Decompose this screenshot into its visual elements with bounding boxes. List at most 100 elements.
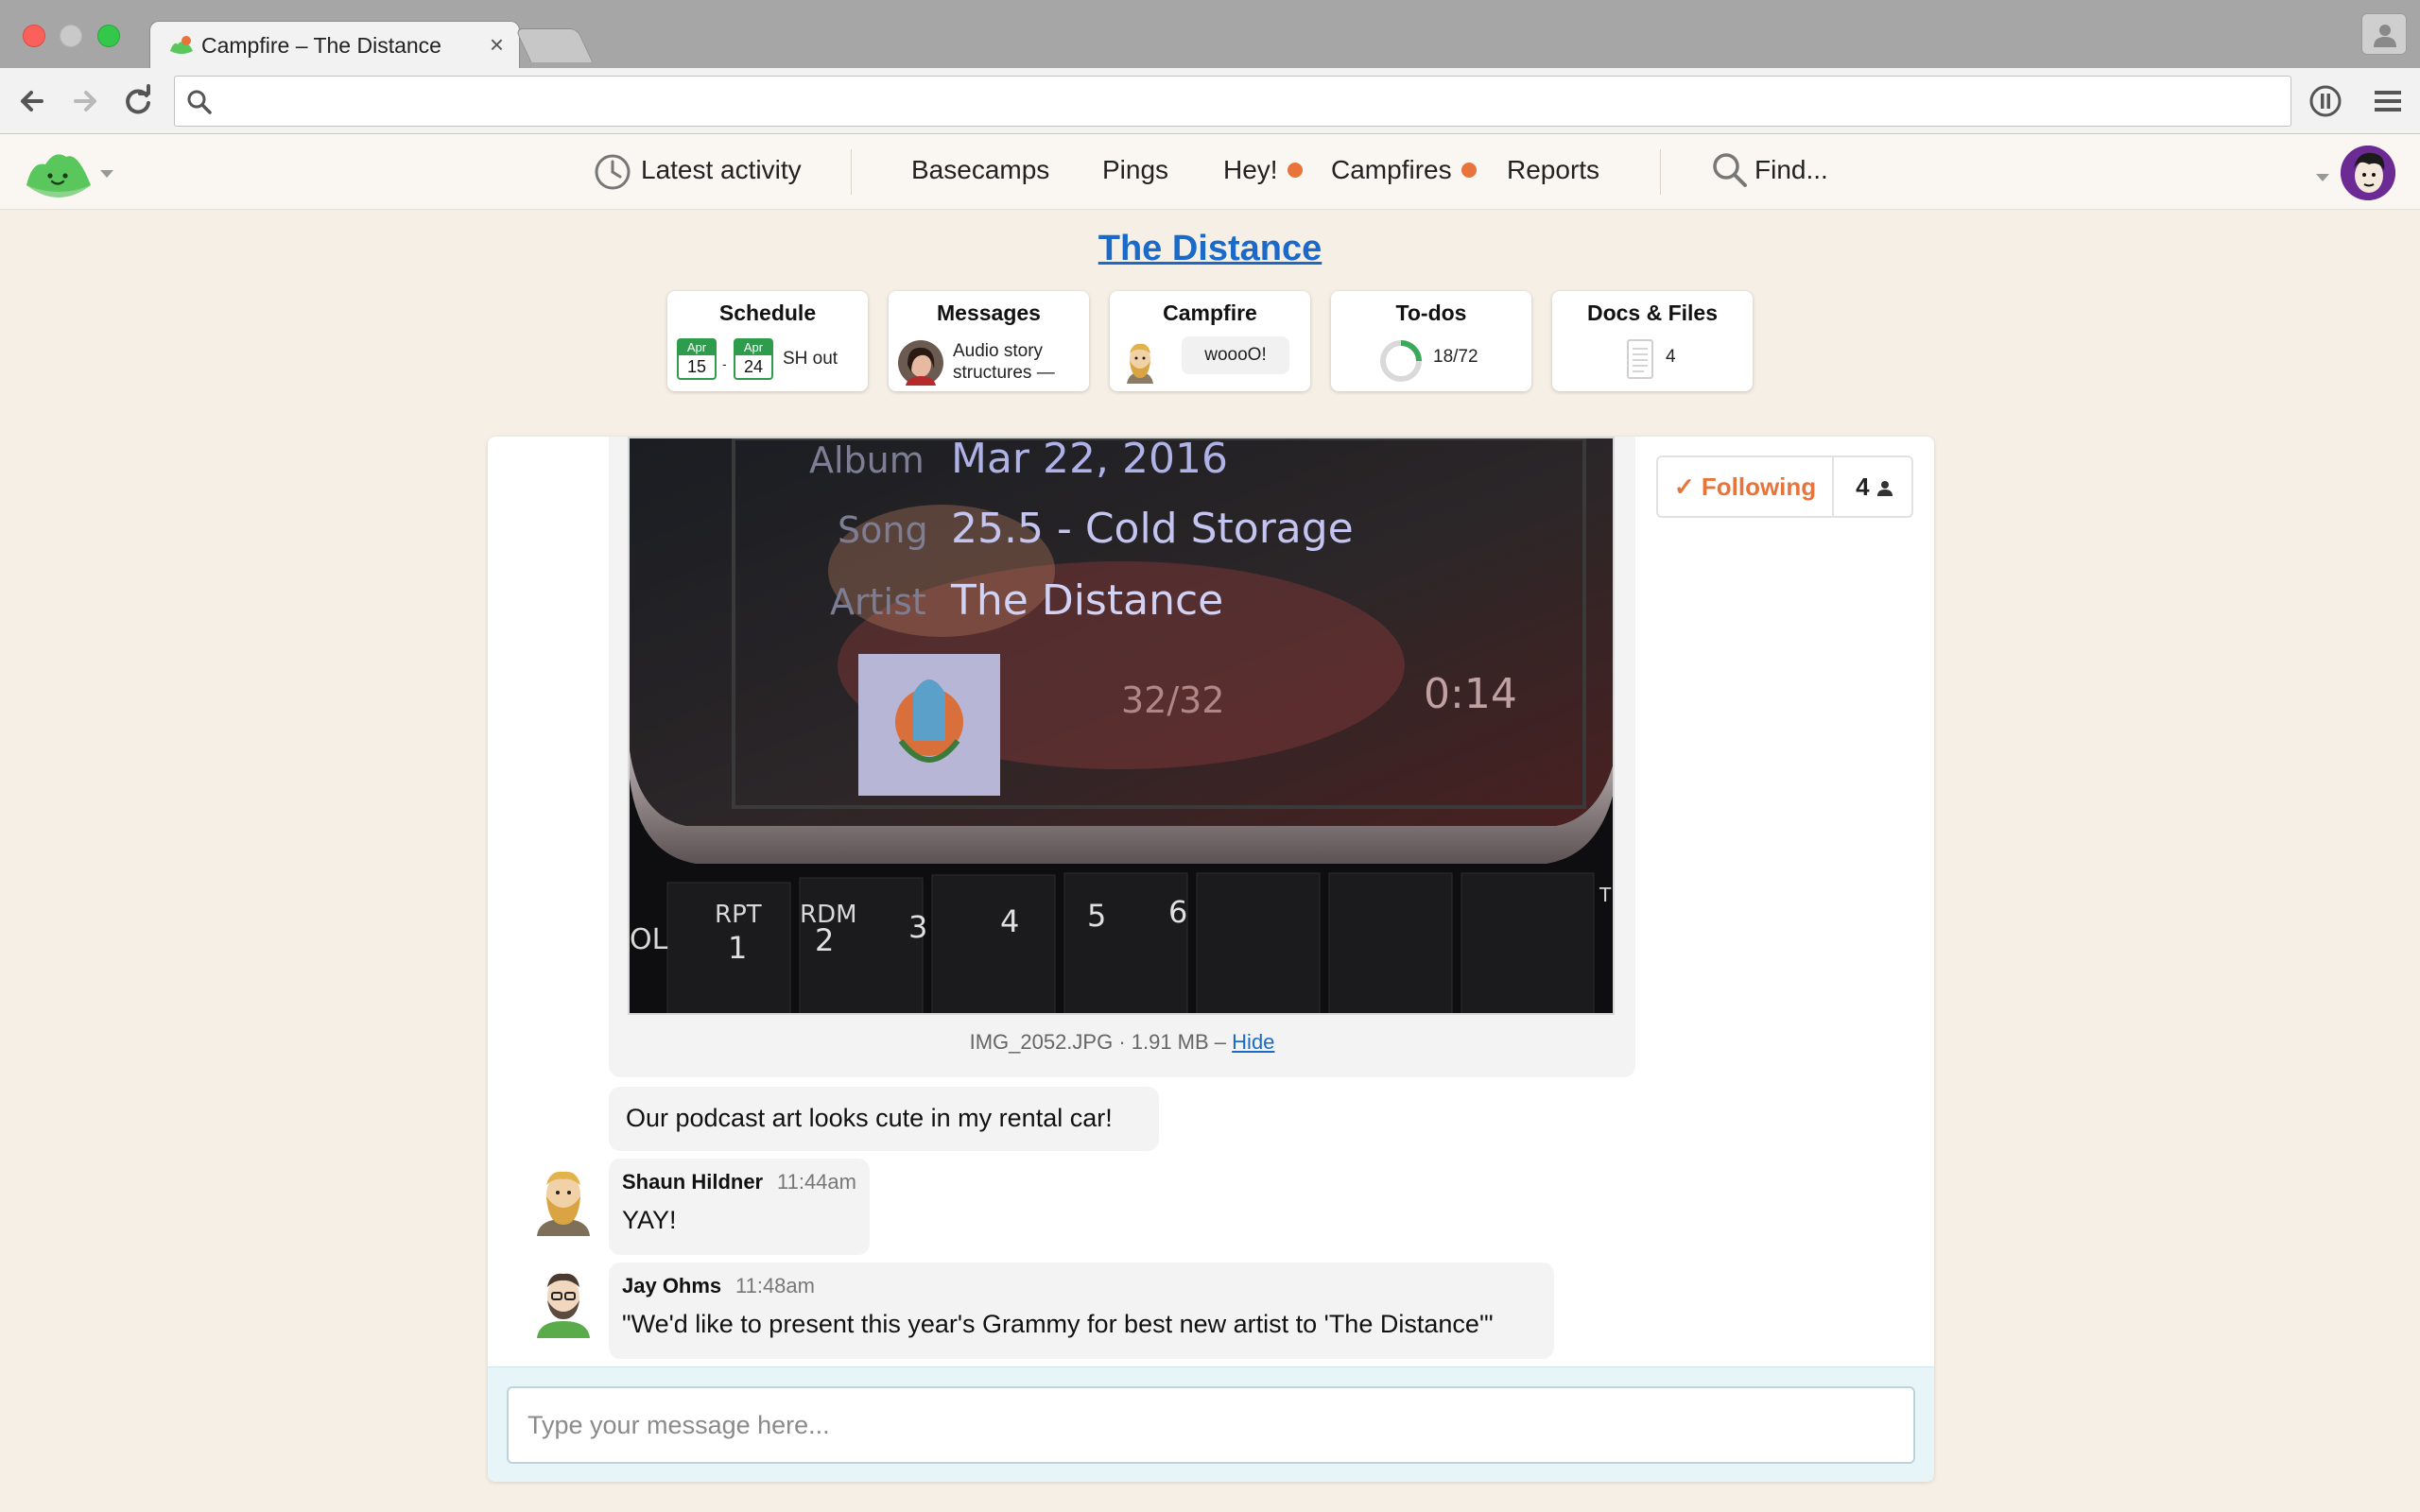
chevron-down-icon[interactable]: [100, 170, 113, 178]
browser-tab-bar: Campfire – The Distance ×: [0, 0, 2420, 68]
message-time[interactable]: 11:48am: [735, 1274, 815, 1298]
nav-campfires-label: Campfires: [1331, 155, 1452, 184]
minimize-window-button[interactable]: [60, 25, 82, 47]
basecamp-nav-bar: Latest activity Basecamps Pings Hey! Cam…: [0, 134, 2420, 210]
browser-tab-active[interactable]: Campfire – The Distance ×: [149, 21, 520, 68]
nav-basecamps[interactable]: Basecamps: [911, 155, 1049, 185]
tool-card-title: Messages: [937, 301, 1041, 325]
nav-hey[interactable]: Hey!: [1223, 155, 1303, 185]
following-control: ✓ Following 4: [1656, 455, 1913, 518]
address-bar[interactable]: [174, 76, 2291, 127]
tool-card-schedule[interactable]: Schedule Apr 15 - Apr 24 SH out: [667, 291, 868, 391]
avatar[interactable]: [531, 1266, 596, 1338]
calendar-day: 15: [686, 357, 707, 376]
message-time[interactable]: 11:44am: [777, 1170, 856, 1194]
tool-card-campfire[interactable]: Campfire woooO!: [1110, 291, 1310, 391]
photo-btn-3: 3: [908, 909, 927, 945]
tool-card-todos[interactable]: To-dos 18/72: [1331, 291, 1531, 391]
todo-progress-text: 18/72: [1433, 347, 1478, 367]
maximize-window-button[interactable]: [97, 25, 120, 47]
message-author[interactable]: Shaun Hildner: [622, 1170, 763, 1194]
docs-count: 4: [1666, 347, 1676, 367]
photo-track: 32/32: [1121, 679, 1225, 721]
tab-close-icon[interactable]: ×: [490, 30, 504, 60]
reload-icon[interactable]: [119, 82, 157, 120]
todo-progress-ring: [1380, 340, 1422, 382]
photo-btn-5: 5: [1087, 898, 1106, 934]
photo-btn-2: 2: [815, 922, 834, 958]
avatar-face-icon: [2341, 146, 2395, 200]
nav-latest-activity[interactable]: Latest activity: [641, 155, 802, 185]
photo-artist-value: The Distance: [950, 576, 1223, 625]
message-input[interactable]: [507, 1386, 1915, 1464]
password-manager-icon[interactable]: [2307, 82, 2344, 120]
photo-btn-6: 6: [1168, 894, 1187, 930]
project-title[interactable]: The Distance: [0, 229, 2420, 269]
tool-card-title: To-dos: [1395, 301, 1467, 325]
tool-card-title: Schedule: [718, 301, 817, 325]
photo-song-label: Song: [838, 509, 928, 551]
clock-icon: [595, 154, 631, 190]
search-icon: [187, 90, 212, 114]
tool-card-messages[interactable]: Messages Audio story structures —: [889, 291, 1089, 391]
nav-find[interactable]: Find...: [1754, 155, 1828, 185]
avatar[interactable]: [531, 1164, 596, 1236]
forward-arrow-icon[interactable]: [66, 82, 104, 120]
image-filename: IMG_2052.JPG · 1.91 MB –: [969, 1030, 1227, 1054]
message-bubble: Jay Ohms 11:48am "We'd like to present t…: [609, 1263, 1554, 1359]
nav-divider: [1660, 149, 1661, 195]
notification-dot: [1461, 162, 1477, 178]
search-icon: [1713, 153, 1747, 187]
date-range-dash: -: [722, 356, 727, 371]
close-window-button[interactable]: [23, 25, 45, 47]
message-bubble: Shaun Hildner 11:44am YAY!: [609, 1159, 870, 1255]
photo-btn-4: 4: [1000, 903, 1019, 939]
nav-pings[interactable]: Pings: [1102, 155, 1168, 185]
avatar: [1127, 343, 1153, 384]
browser-toolbar: [0, 68, 2420, 134]
tab-title: Campfire – The Distance: [201, 33, 441, 58]
document-icon: [1627, 339, 1653, 379]
chevron-down-icon[interactable]: [2316, 174, 2329, 181]
browser-profile-button[interactable]: [2361, 13, 2407, 55]
avatar: [898, 340, 943, 386]
calendar-month: Apr: [735, 340, 771, 355]
back-arrow-icon[interactable]: [13, 82, 51, 120]
photo-btn-sub-1: RPT: [715, 901, 762, 929]
attachment-photo[interactable]: Album Mar 22, 2016 Song 25.5 - Cold Stor…: [628, 437, 1615, 1015]
tool-card-docs-files[interactable]: Docs & Files 4: [1552, 291, 1753, 391]
following-button[interactable]: ✓ Following: [1658, 457, 1834, 516]
nav-reports[interactable]: Reports: [1507, 155, 1599, 185]
photo-btn-1: 1: [728, 930, 747, 966]
person-icon: [2374, 25, 2396, 47]
photo-time: 0:14: [1424, 670, 1517, 718]
messages-preview-line1: Audio story: [953, 341, 1044, 361]
nav-hey-label: Hey!: [1223, 155, 1278, 184]
calendar-date-start: Apr 15: [677, 338, 717, 380]
basecamp-logo-icon[interactable]: [25, 144, 93, 200]
subscribers-count[interactable]: 4: [1836, 457, 1913, 516]
menu-hamburger-icon[interactable]: [2369, 82, 2407, 120]
calendar-month: Apr: [679, 340, 715, 355]
photo-artist-label: Artist: [830, 581, 926, 623]
image-attachment-bubble: Album Mar 22, 2016 Song 25.5 - Cold Stor…: [609, 437, 1635, 1077]
message-author[interactable]: Jay Ohms: [622, 1274, 721, 1298]
nav-campfires[interactable]: Campfires: [1331, 155, 1477, 185]
tool-card-title: Campfire: [1163, 301, 1257, 325]
campfire-preview-text: woooO!: [1204, 345, 1267, 365]
message-text: YAY!: [622, 1206, 677, 1234]
user-avatar[interactable]: [2341, 146, 2395, 200]
nav-divider: [851, 149, 852, 195]
hide-image-link[interactable]: Hide: [1232, 1030, 1274, 1054]
messages-preview-line2: structures —: [953, 363, 1055, 383]
message-text: "We'd like to present this year's Grammy…: [622, 1310, 1494, 1338]
new-tab-button[interactable]: [514, 28, 594, 62]
subscribers-count-value: 4: [1856, 472, 1870, 501]
schedule-event-text: SH out: [783, 349, 838, 369]
photo-song-value: 25.5 - Cold Storage: [951, 505, 1354, 553]
person-icon: [1876, 481, 1893, 497]
car-radio-photo: Album Mar 22, 2016 Song 25.5 - Cold Stor…: [630, 438, 1613, 1013]
campfire-preview-bubble: woooO!: [1182, 336, 1289, 374]
message-text: Our podcast art looks cute in my rental …: [626, 1104, 1113, 1132]
calendar-day: 24: [743, 357, 764, 376]
